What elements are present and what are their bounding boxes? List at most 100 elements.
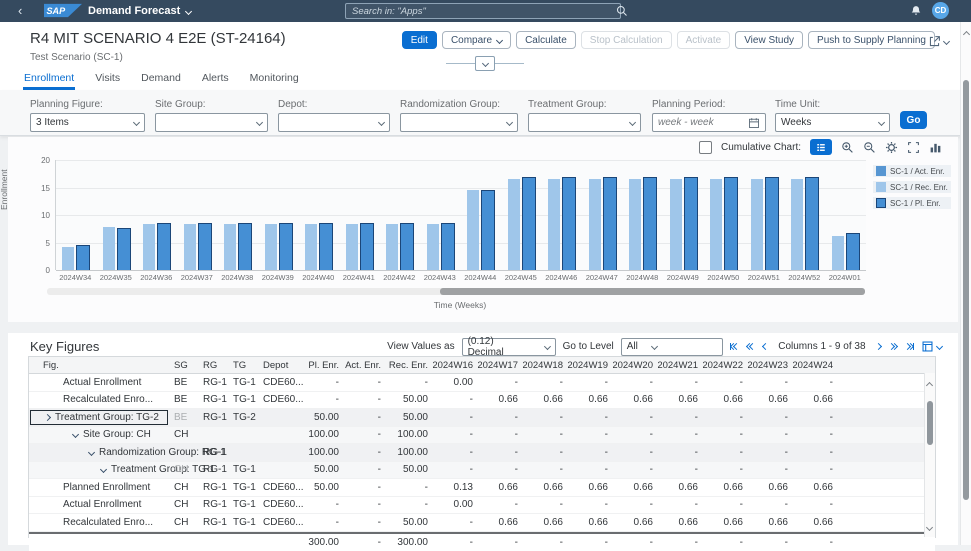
column-header-2024w18[interactable]: 2024W18 [523,357,568,373]
previous-columns-icon[interactable] [747,344,755,349]
table-row[interactable]: Actual EnrollmentCHRG-1TG-1CDE60...---0.… [29,497,935,515]
bar-sc-1-pl-enr[interactable] [846,233,860,270]
bar-sc-1-rec-enr[interactable] [224,224,236,270]
bar-sc-1-pl-enr[interactable] [360,223,374,270]
page-scrollbar-thumb[interactable] [963,80,969,500]
bar-sc-1-pl-enr[interactable] [522,177,536,270]
first-columns-icon[interactable] [730,343,740,350]
previous-column-icon[interactable] [763,344,768,349]
bar-sc-1-rec-enr[interactable] [305,224,317,270]
chart-type-icon[interactable] [929,141,942,154]
column-header-rg[interactable]: RG [198,357,228,373]
compare-button[interactable]: Compare [442,31,511,49]
column-header-2024w24[interactable]: 2024W24 [793,357,838,373]
filter-planning-period-input[interactable]: week - week [652,113,766,132]
column-header-sg[interactable]: SG [169,357,198,373]
bar-sc-1-pl-enr[interactable] [481,190,495,270]
collapse-header-button[interactable] [475,56,495,71]
filter-depot-input[interactable] [278,113,390,132]
expand-icon[interactable] [44,414,51,421]
next-column-icon[interactable] [876,344,881,349]
bar-sc-1-pl-enr[interactable] [441,223,455,270]
bar-sc-1-rec-enr[interactable] [548,179,560,270]
share-icon[interactable] [926,33,951,50]
bar-sc-1-rec-enr[interactable] [467,190,479,270]
column-header-2024w19[interactable]: 2024W19 [568,357,613,373]
go-button[interactable]: Go [900,111,927,129]
bar-sc-1-rec-enr[interactable] [386,224,398,270]
collapse-icon[interactable] [72,431,79,438]
push-to-supply-planning-button[interactable]: Push to Supply Planning [808,31,935,49]
table-row[interactable]: Treatment Group: TG-2BERG-1TG-250.00-50.… [29,409,935,427]
bar-sc-1-rec-enr[interactable] [751,179,763,270]
column-header-2024w17[interactable]: 2024W17 [478,357,523,373]
legend-item[interactable]: SC-1 / Pl. Enr. [873,197,951,209]
filter-randomization-group-input[interactable] [400,113,518,132]
bar-sc-1-pl-enr[interactable] [198,223,212,270]
filter-time-unit-input[interactable]: Weeks [775,113,890,132]
bar-sc-1-pl-enr[interactable] [603,177,617,270]
column-header-pl-enr[interactable]: Pl. Enr. [304,357,344,373]
column-header-tg[interactable]: TG [228,357,258,373]
scroll-up-icon[interactable] [964,24,969,42]
column-header-depot[interactable]: Depot [258,357,304,373]
filter-treatment-group-input[interactable] [528,113,641,132]
table-row[interactable]: Treatment Group: TG-1CHRG-1TG-150.00-50.… [29,462,935,480]
table-row[interactable]: Site Group: CHCH100.00-100.00--------- [29,427,935,445]
scroll-down-icon[interactable] [927,517,932,535]
bar-sc-1-rec-enr[interactable] [589,179,601,270]
table-row[interactable]: Actual EnrollmentBERG-1TG-1CDE60...---0.… [29,374,935,392]
collapse-icon[interactable] [100,466,107,473]
table-scrollbar-thumb[interactable] [927,401,933,445]
app-title-menu[interactable]: Demand Forecast [88,5,191,17]
bar-sc-1-rec-enr[interactable] [832,236,844,270]
last-columns-icon[interactable] [905,343,915,350]
edit-button[interactable]: Edit [402,31,437,49]
export-icon[interactable] [921,340,942,353]
bar-sc-1-rec-enr[interactable] [710,179,722,270]
bar-sc-1-pl-enr[interactable] [157,223,171,270]
bar-sc-1-pl-enr[interactable] [684,177,698,270]
filter-planning-figure-input[interactable]: 3 Items [30,113,145,132]
column-header-rec-enr[interactable]: Rec. Enr. [386,357,433,373]
bar-sc-1-rec-enr[interactable] [143,224,155,270]
bar-sc-1-rec-enr[interactable] [791,179,803,270]
tab-visits[interactable]: Visits [94,70,121,90]
bar-sc-1-pl-enr[interactable] [319,223,333,270]
view-values-as-select[interactable]: (0.12) Decimal [462,338,556,356]
bar-sc-1-rec-enr[interactable] [62,247,74,270]
bell-icon[interactable] [910,4,922,22]
bar-sc-1-pl-enr[interactable] [238,223,252,270]
table-row[interactable]: Recalculated Enro...CHRG-1TG-1CDE60...--… [29,514,935,532]
search-icon[interactable] [616,5,628,17]
bar-sc-1-pl-enr[interactable] [117,228,131,270]
table-row[interactable]: Recalculated Enro...BERG-1TG-1CDE60...--… [29,392,935,410]
cumulative-chart-checkbox[interactable] [699,141,712,154]
bar-sc-1-pl-enr[interactable] [400,223,414,270]
bar-sc-1-pl-enr[interactable] [279,223,293,270]
bar-sc-1-rec-enr[interactable] [346,224,358,270]
back-icon[interactable]: ‹ [18,3,22,18]
zoom-in-icon[interactable] [841,141,854,154]
legend-toggle-icon[interactable] [810,139,832,155]
bar-sc-1-pl-enr[interactable] [76,245,90,270]
bar-sc-1-rec-enr[interactable] [103,227,115,270]
go-to-level-select[interactable]: All [621,338,723,356]
bar-sc-1-rec-enr[interactable] [427,224,439,270]
column-header-fig[interactable]: Fig. [29,357,169,373]
fullscreen-icon[interactable] [907,141,920,154]
calculate-button[interactable]: Calculate [516,31,576,49]
filter-site-group-input[interactable] [155,113,268,132]
chart-scrollbar-thumb[interactable] [440,288,865,295]
column-header-act-enr[interactable]: Act. Enr. [344,357,386,373]
tab-demand[interactable]: Demand [140,70,182,90]
column-header-2024w21[interactable]: 2024W21 [658,357,703,373]
scroll-up-icon[interactable] [927,375,932,393]
column-header-2024w22[interactable]: 2024W22 [703,357,748,373]
bar-sc-1-rec-enr[interactable] [508,179,520,270]
bar-sc-1-pl-enr[interactable] [805,177,819,270]
column-header-2024w20[interactable]: 2024W20 [613,357,658,373]
settings-gear-icon[interactable] [885,141,898,154]
tab-monitoring[interactable]: Monitoring [249,70,300,90]
bar-sc-1-pl-enr[interactable] [643,177,657,270]
